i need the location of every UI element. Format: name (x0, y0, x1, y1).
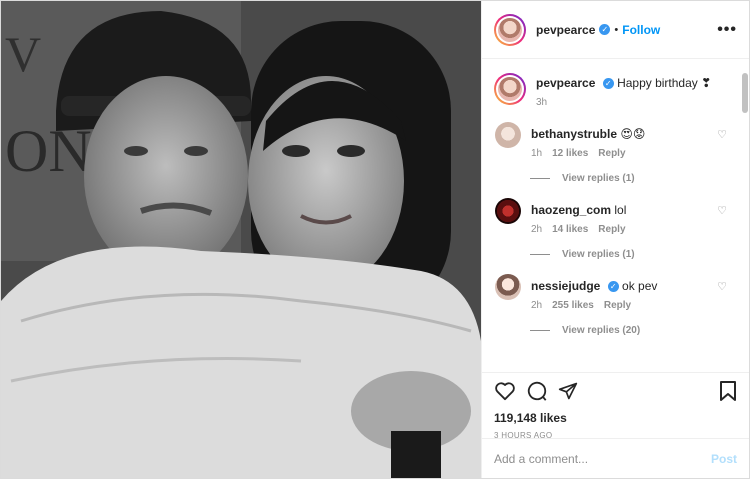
verified-badge-icon: ✓ (607, 281, 619, 293)
comment-input[interactable] (494, 451, 711, 466)
reply-button[interactable]: Reply (598, 148, 625, 159)
commenter-avatar[interactable] (495, 122, 521, 148)
instagram-post-modal: ON V pevpearce ✓ • Follow ••• pevpearce … (0, 0, 750, 479)
comment-likes[interactable]: 14 likes (552, 224, 588, 235)
comment-icon[interactable] (526, 380, 548, 402)
comment-text: 😍😟 (620, 127, 646, 141)
reply-button[interactable]: Reply (598, 224, 625, 235)
post-comment-button[interactable]: Post (711, 452, 737, 466)
more-options-icon[interactable]: ••• (717, 21, 737, 39)
small-heart-icon[interactable]: ♡ (717, 204, 727, 217)
post-photo[interactable]: ON V (1, 1, 481, 478)
comments-list[interactable]: pevpearce ✓ Happy birthday ❣ 3h bethanys… (482, 59, 749, 372)
view-replies-button[interactable]: View replies (1) (530, 173, 737, 184)
small-heart-icon[interactable]: ♡ (717, 280, 727, 293)
comment-text: lol (614, 203, 627, 217)
view-replies-button[interactable]: View replies (20) (530, 325, 737, 336)
view-replies-button[interactable]: View replies (1) (530, 249, 737, 260)
commenter-avatar[interactable] (495, 274, 521, 300)
caption-time[interactable]: 3h (536, 97, 547, 108)
post-header: pevpearce ✓ • Follow ••• (482, 1, 749, 59)
caption-text: Happy birthday ❣ (617, 76, 712, 90)
comment-username[interactable]: nessiejudge (531, 279, 600, 293)
author-avatar[interactable] (494, 13, 526, 46)
post-sidebar: pevpearce ✓ • Follow ••• pevpearce ✓ Hap… (481, 1, 749, 478)
comment-username[interactable]: haozeng_com (531, 203, 611, 217)
verified-badge-icon: ✓ (599, 24, 611, 35)
header-separator: • (614, 23, 619, 36)
commenter-avatar[interactable] (495, 198, 521, 224)
comment-text: ok pev (622, 279, 658, 293)
comment-item: bethanystruble 😍😟 1h 12 likes Reply ♡ (494, 122, 737, 159)
bookmark-icon[interactable] (719, 380, 737, 402)
comment-item: nessiejudge ✓ ok pev 2h 255 likes Reply … (494, 274, 737, 311)
follow-button[interactable]: Follow (622, 23, 660, 37)
comment-time[interactable]: 2h (531, 224, 542, 235)
svg-text:V: V (5, 26, 41, 82)
comments-scrollbar[interactable] (742, 73, 748, 113)
post-actions: 119,148 likes 3 HOURS AGO (482, 372, 749, 440)
comment-likes[interactable]: 12 likes (552, 148, 588, 159)
caption: pevpearce ✓ Happy birthday ❣ 3h (494, 73, 737, 108)
add-comment-bar: Post (482, 438, 749, 478)
author-username[interactable]: pevpearce (536, 23, 595, 37)
caption-avatar[interactable] (494, 73, 526, 105)
verified-badge-icon: ✓ (602, 78, 614, 90)
heart-icon[interactable] (494, 381, 516, 401)
comment-time[interactable]: 1h (531, 148, 542, 159)
comment-username[interactable]: bethanystruble (531, 127, 617, 141)
post-time[interactable]: 3 HOURS AGO (494, 431, 737, 440)
comment-item: haozeng_com lol 2h 14 likes Reply ♡ (494, 198, 737, 235)
small-heart-icon[interactable]: ♡ (717, 128, 727, 141)
caption-username[interactable]: pevpearce (536, 76, 595, 90)
comment-time[interactable]: 2h (531, 300, 542, 311)
comment-likes[interactable]: 255 likes (552, 300, 594, 311)
reply-button[interactable]: Reply (604, 300, 631, 311)
photo-illustration: ON V (1, 1, 481, 478)
likes-count[interactable]: 119,148 likes (494, 411, 737, 425)
share-icon[interactable] (558, 381, 578, 401)
